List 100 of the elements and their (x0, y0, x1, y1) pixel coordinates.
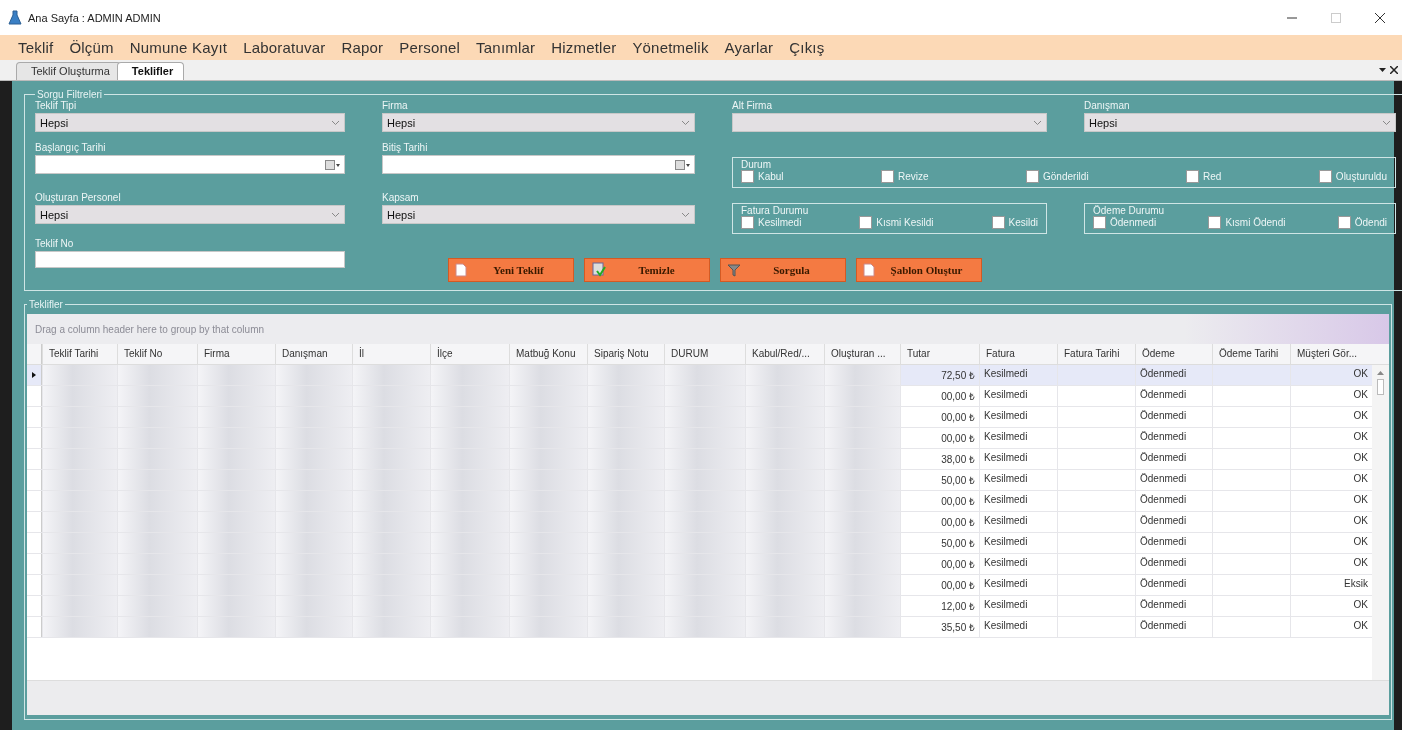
table-cell: Kesilmedi (979, 491, 1057, 511)
eraser-icon (590, 262, 607, 278)
table-cell: Ödenmedi (1135, 470, 1212, 490)
table-cell: Ödenmedi (1135, 554, 1212, 574)
menu-item[interactable]: Laboratuvar (235, 39, 334, 56)
column-header[interactable]: Kabul/Red/... (745, 344, 824, 364)
column-header[interactable]: Müşteri Gör... (1290, 344, 1372, 364)
table-cell: Kesilmedi (979, 575, 1057, 595)
checkbox-label: Kesilmedi (758, 217, 802, 228)
checkbox-label: Kesildi (1008, 217, 1038, 228)
table-cell: Ödenmedi (1135, 365, 1212, 385)
table-cell: Ödenmedi (1135, 386, 1212, 406)
column-header[interactable]: Danışman (275, 344, 352, 364)
checkbox-label: Red (1203, 171, 1222, 182)
dropdown-arrow-icon[interactable] (1379, 68, 1386, 72)
chevron-down-icon (331, 119, 340, 126)
menu-item[interactable]: Ölçüm (61, 39, 122, 56)
dropdown[interactable]: Hepsi (382, 113, 695, 132)
menu-item[interactable]: Teklif (10, 39, 62, 56)
checkbox-label: Kısmi Kesildi (876, 217, 934, 228)
column-header[interactable]: Teklif No (117, 344, 197, 364)
table-cell: 00,00 ₺ (900, 575, 979, 595)
column-header[interactable]: Fatura (979, 344, 1057, 364)
input-field[interactable] (35, 251, 345, 268)
table-cell: Ödenmedi (1135, 575, 1212, 595)
chevron-down-icon (331, 211, 340, 218)
checkbox[interactable] (1026, 170, 1040, 183)
action-button[interactable]: Şablon Oluştur (855, 258, 982, 282)
table-cell: Ödenmedi (1135, 533, 1212, 553)
field-label: Kapsam (382, 192, 420, 203)
menu-item[interactable]: Çıkış (781, 39, 833, 56)
table-cell: Ödenmedi (1135, 428, 1212, 448)
checkbox[interactable] (1186, 170, 1200, 183)
checkbox[interactable] (1208, 216, 1222, 229)
column-header[interactable]: Matbuğ Konu (509, 344, 587, 364)
table-cell: Kesilmedi (979, 554, 1057, 574)
table-cell: Ödenmedi (1135, 449, 1212, 469)
table-cell: Kesilmedi (979, 533, 1057, 553)
document-icon (862, 263, 875, 277)
field-label: Danışman (1084, 100, 1131, 111)
dropdown[interactable]: Hepsi (35, 205, 345, 224)
window-title: Ana Sayfa : ADMIN ADMIN (28, 11, 162, 24)
menu-item[interactable]: Yönetmelik (624, 39, 717, 56)
table-cell: Kesilmedi (979, 386, 1057, 406)
column-header[interactable]: Oluşturan ... (824, 344, 900, 364)
date-field[interactable] (35, 155, 345, 174)
filter-icon (726, 263, 741, 277)
menu-item[interactable]: Ayarlar (716, 39, 782, 56)
column-header[interactable]: Teklif Tarihi (42, 344, 117, 364)
dropdown[interactable]: Hepsi (35, 113, 345, 132)
checkbox[interactable] (741, 216, 754, 229)
column-header[interactable]: Sipariş Notu (587, 344, 664, 364)
checkbox-label: Kabul (758, 171, 784, 182)
action-button[interactable]: Sorgula (719, 258, 846, 282)
checkbox[interactable] (1093, 216, 1106, 229)
scrollbar[interactable] (1372, 365, 1389, 680)
column-header[interactable]: İlçe (430, 344, 509, 364)
close-icon[interactable] (1390, 66, 1398, 74)
menu-item[interactable]: Numune Kayıt (121, 39, 236, 56)
checkbox-label: Revize (898, 171, 929, 182)
row-pointer-icon (32, 372, 36, 378)
table-cell: Ödenmedi (1135, 596, 1212, 616)
dropdown[interactable]: Hepsi (1084, 113, 1396, 132)
column-header[interactable]: DURUM (664, 344, 745, 364)
menu-item[interactable]: Rapor (333, 39, 392, 56)
field-label: Alt Firma (732, 100, 773, 111)
checkbox[interactable] (1337, 216, 1351, 229)
column-header[interactable]: Ödeme (1135, 344, 1212, 364)
column-header[interactable]: Tutar (900, 344, 979, 364)
checkbox[interactable] (741, 170, 754, 183)
table-cell: 50,00 ₺ (900, 470, 979, 490)
menu-item[interactable]: Hizmetler (543, 39, 625, 56)
tab[interactable]: Teklifler (116, 62, 185, 80)
chevron-down-icon (681, 211, 690, 218)
table-cell: 00,00 ₺ (900, 491, 979, 511)
action-button[interactable]: Yeni Teklif (447, 258, 574, 282)
column-header[interactable]: Firma (197, 344, 275, 364)
checkbox[interactable] (881, 170, 894, 183)
maximize-icon (1331, 12, 1341, 23)
chevron-down-icon (1382, 119, 1391, 126)
table-cell: 12,00 ₺ (900, 596, 979, 616)
checkbox[interactable] (859, 216, 873, 229)
checkbox-label: Oluşturuldu (1335, 171, 1387, 182)
field-label: Teklif Tipi (35, 100, 78, 111)
scroll-thumb[interactable] (1377, 379, 1384, 395)
dropdown[interactable]: Hepsi (382, 205, 695, 224)
checkbox[interactable] (991, 216, 1005, 229)
chevron-down-icon (681, 119, 690, 126)
menu-item[interactable]: Personel (391, 39, 469, 56)
table-cell: 35,50 ₺ (900, 617, 979, 637)
date-field[interactable] (382, 155, 695, 174)
column-header[interactable]: Fatura Tarihi (1057, 344, 1135, 364)
column-header[interactable]: Ödeme Tarihi (1212, 344, 1290, 364)
action-button[interactable]: Temizle (583, 258, 710, 282)
menu-item[interactable]: Tanımlar (468, 39, 544, 56)
scroll-up-icon[interactable] (1377, 371, 1384, 375)
checkbox[interactable] (1318, 170, 1332, 183)
group-title: Durum (741, 159, 771, 170)
column-header[interactable]: İl (352, 344, 430, 364)
table-cell: Kesilmedi (979, 512, 1057, 532)
